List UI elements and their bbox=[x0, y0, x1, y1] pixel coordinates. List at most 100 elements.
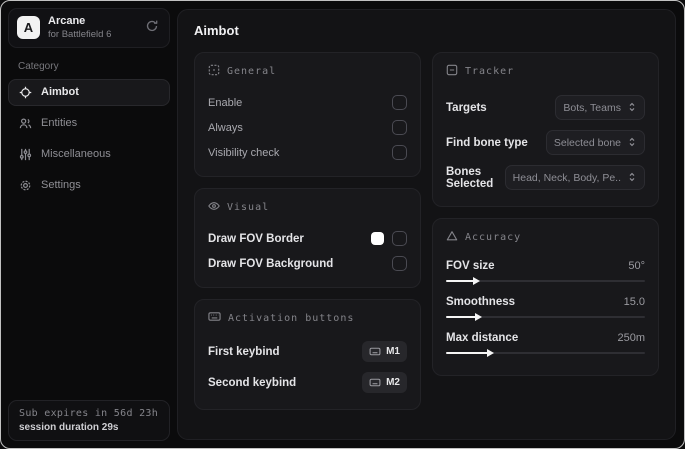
slider-fill bbox=[446, 276, 480, 285]
setting-row-draw-fov-border: Draw FOV Border bbox=[208, 226, 407, 251]
visibility-check-checkbox[interactable] bbox=[392, 145, 407, 160]
brand-card: A Arcane for Battlefield 6 bbox=[8, 8, 170, 48]
always-checkbox[interactable] bbox=[392, 120, 407, 135]
slider-fill bbox=[446, 348, 494, 357]
setting-label: Enable bbox=[208, 96, 243, 109]
slider-header: FOV size 50° bbox=[446, 260, 645, 272]
brand-text: Arcane for Battlefield 6 bbox=[48, 15, 135, 41]
smoothness-value: 15.0 bbox=[623, 296, 645, 308]
setting-label: Visibility check bbox=[208, 146, 280, 159]
entities-icon bbox=[19, 117, 32, 130]
main-panel: Aimbot General Enable Always Visibility … bbox=[177, 9, 676, 440]
sidebar-item-label: Settings bbox=[41, 179, 81, 192]
setting-label: First keybind bbox=[208, 345, 280, 358]
app-title: Arcane bbox=[48, 15, 86, 27]
sidebar-item-label: Entities bbox=[41, 117, 78, 130]
setting-label: Find bone type bbox=[446, 136, 528, 149]
smoothness-slider[interactable] bbox=[446, 312, 645, 321]
sidebar-item-entities[interactable]: Entities bbox=[8, 110, 170, 137]
app-logo: A bbox=[17, 16, 40, 40]
setting-row-second-keybind: Second keybind M2 bbox=[208, 367, 407, 398]
enable-checkbox[interactable] bbox=[392, 95, 407, 110]
slider-header: Smoothness 15.0 bbox=[446, 296, 645, 308]
keyboard-icon bbox=[369, 375, 381, 390]
setting-label: Max distance bbox=[446, 332, 519, 344]
targets-dropdown[interactable]: Bots, Teams bbox=[555, 95, 645, 120]
first-keybind-button[interactable]: M1 bbox=[362, 341, 407, 362]
draw-fov-background-checkbox[interactable] bbox=[392, 256, 407, 271]
setting-row-bones-selected: Bones Selected Head, Neck, Body, Pe.. bbox=[446, 160, 645, 195]
fov-border-color-swatch[interactable] bbox=[371, 232, 384, 245]
setting-row-targets: Targets Bots, Teams bbox=[446, 90, 645, 125]
sidebar: A Arcane for Battlefield 6 Category Aimb… bbox=[1, 1, 177, 448]
setting-row-enable: Enable bbox=[208, 90, 407, 115]
keybind-value: M2 bbox=[386, 377, 400, 388]
setting-label: Targets bbox=[446, 101, 487, 114]
sidebar-item-label: Aimbot bbox=[41, 86, 79, 99]
sidebar-item-aimbot[interactable]: Aimbot bbox=[8, 78, 170, 106]
app-subtitle: for Battlefield 6 bbox=[48, 28, 112, 40]
max-distance-setting: Max distance 250m bbox=[446, 328, 645, 364]
setting-row-always: Always bbox=[208, 115, 407, 140]
fov-size-slider[interactable] bbox=[446, 276, 645, 285]
setting-label: Draw FOV Background bbox=[208, 257, 334, 270]
tracker-section-head: Tracker bbox=[446, 64, 645, 79]
visual-card: Visual Draw FOV Border Draw FOV Backgrou… bbox=[194, 188, 421, 288]
setting-row-find-bone-type: Find bone type Selected bone bbox=[446, 125, 645, 160]
chevrons-up-down-icon bbox=[627, 170, 637, 185]
bones-selected-dropdown[interactable]: Head, Neck, Body, Pe.. bbox=[504, 165, 645, 190]
subscription-card: Sub expires in 56d 23h session duration … bbox=[8, 400, 170, 441]
category-label: Category bbox=[18, 60, 59, 72]
sidebar-item-miscellaneous[interactable]: Miscellaneous bbox=[8, 141, 170, 168]
setting-label: Always bbox=[208, 121, 243, 134]
general-section-head: General bbox=[208, 64, 407, 79]
gear-icon bbox=[19, 179, 32, 192]
accuracy-section-head: Accuracy bbox=[446, 230, 645, 245]
setting-label: Bones Selected bbox=[446, 165, 494, 190]
max-distance-slider[interactable] bbox=[446, 348, 645, 357]
category-nav: Aimbot Entities Miscellaneous Settings bbox=[8, 78, 170, 199]
chevrons-up-down-icon bbox=[627, 100, 637, 115]
dropdown-value: Head, Neck, Body, Pe.. bbox=[512, 171, 621, 184]
section-title: Accuracy bbox=[465, 232, 522, 243]
setting-row-draw-fov-background: Draw FOV Background bbox=[208, 251, 407, 276]
dropdown-value: Bots, Teams bbox=[563, 101, 621, 114]
setting-label: FOV size bbox=[446, 260, 495, 272]
general-icon bbox=[208, 64, 220, 79]
sliders-icon bbox=[19, 148, 32, 161]
triangle-icon bbox=[446, 230, 458, 245]
accuracy-card: Accuracy FOV size 50° Smoothness 15.0 Ma… bbox=[432, 218, 659, 376]
find-bone-type-dropdown[interactable]: Selected bone bbox=[545, 130, 645, 155]
chevrons-up-down-icon bbox=[627, 135, 637, 150]
dropdown-value: Selected bone bbox=[553, 136, 621, 149]
draw-fov-border-checkbox[interactable] bbox=[392, 231, 407, 246]
slider-header: Max distance 250m bbox=[446, 332, 645, 344]
subscription-expiry: Sub expires in 56d 23h bbox=[19, 408, 159, 419]
fov-size-value: 50° bbox=[628, 260, 645, 272]
session-duration: session duration 29s bbox=[19, 422, 119, 433]
setting-label: Second keybind bbox=[208, 376, 297, 389]
reload-button[interactable] bbox=[143, 17, 161, 38]
right-column: Tracker Targets Bots, Teams Find bone ty… bbox=[432, 52, 659, 387]
section-title: General bbox=[227, 66, 277, 77]
activation-buttons-card: Activation buttons First keybind M1 Seco… bbox=[194, 299, 421, 410]
keybind-value: M1 bbox=[386, 346, 400, 357]
section-title: Tracker bbox=[465, 66, 515, 77]
setting-label: Smoothness bbox=[446, 296, 516, 308]
sidebar-item-settings[interactable]: Settings bbox=[8, 172, 170, 199]
setting-row-visibility-check: Visibility check bbox=[208, 140, 407, 165]
fov-size-setting: FOV size 50° bbox=[446, 256, 645, 292]
setting-label: Draw FOV Border bbox=[208, 232, 304, 245]
setting-row-first-keybind: First keybind M1 bbox=[208, 336, 407, 367]
focus-icon bbox=[446, 64, 458, 79]
keyboard-icon bbox=[208, 311, 221, 325]
left-column: General Enable Always Visibility check V… bbox=[194, 52, 421, 421]
reload-icon bbox=[145, 19, 159, 36]
section-title: Visual bbox=[227, 202, 270, 213]
second-keybind-button[interactable]: M2 bbox=[362, 372, 407, 393]
general-card: General Enable Always Visibility check bbox=[194, 52, 421, 177]
slider-fill bbox=[446, 312, 482, 321]
eye-icon bbox=[208, 200, 220, 215]
activation-section-head: Activation buttons bbox=[208, 311, 407, 325]
page-title: Aimbot bbox=[194, 23, 239, 38]
